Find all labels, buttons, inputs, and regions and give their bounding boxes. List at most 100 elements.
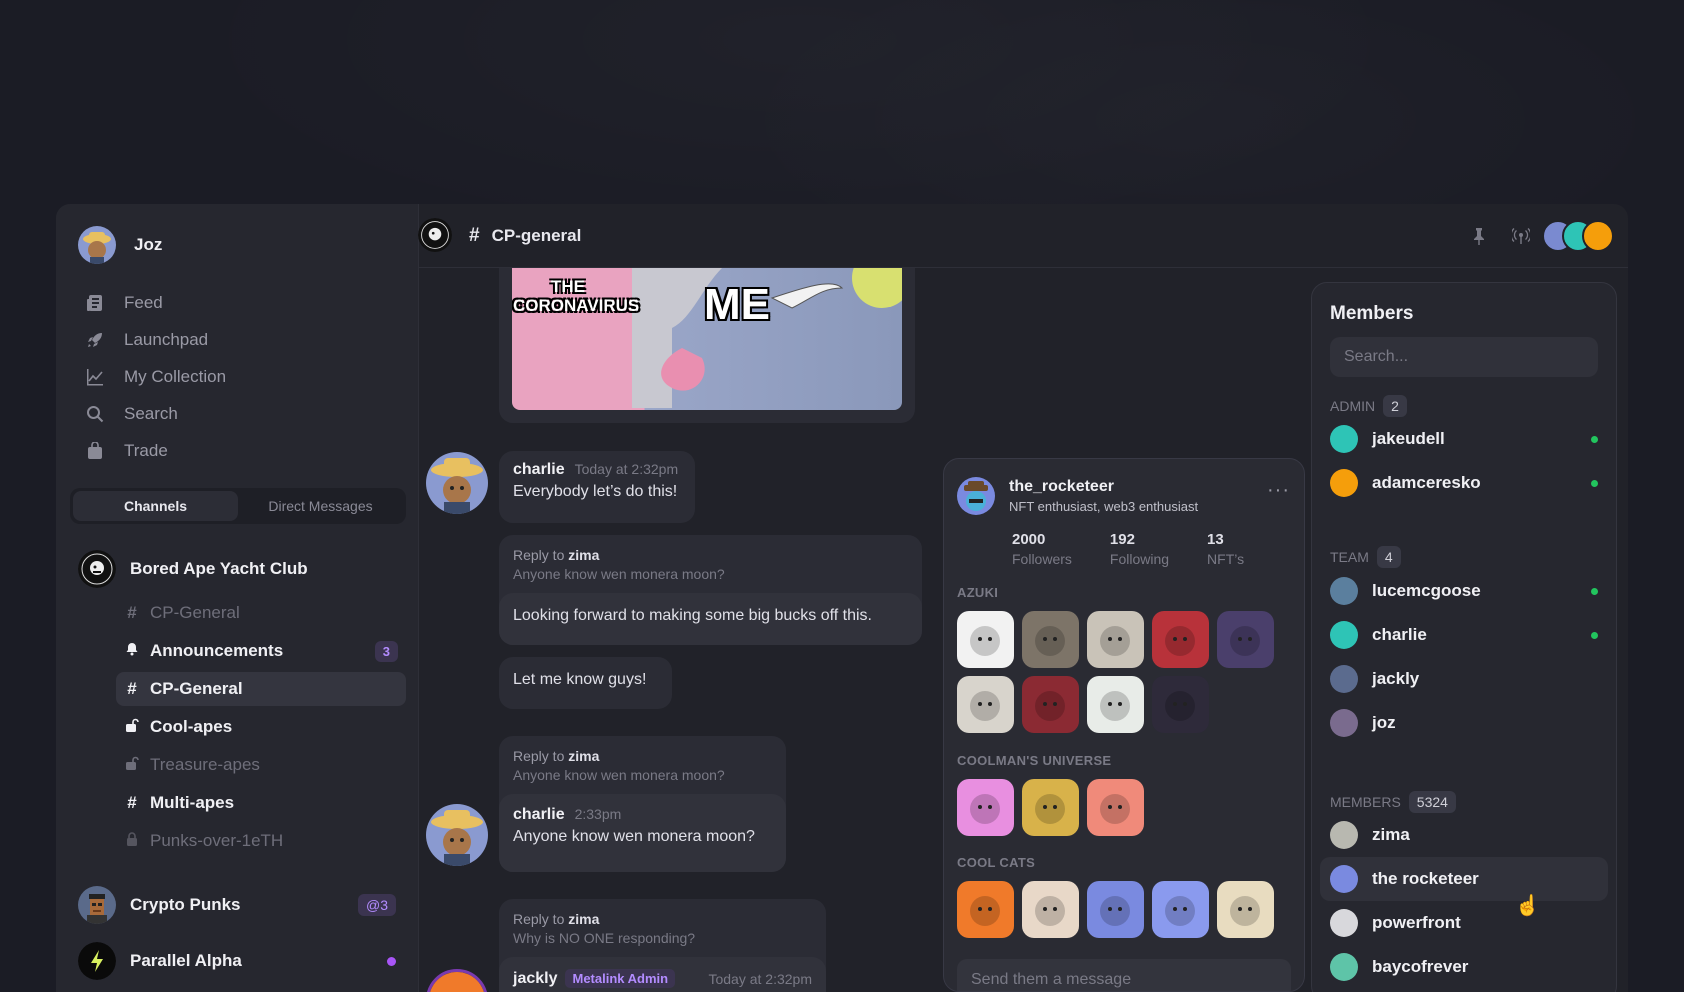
stat-followers[interactable]: 2000 Followers	[1012, 531, 1072, 567]
channel-announcements[interactable]: Announcements 3	[116, 634, 406, 668]
member-row[interactable]: baycofrever	[1320, 945, 1608, 989]
nav-item-search[interactable]: Search	[86, 395, 406, 432]
nft-thumbnail[interactable]	[1022, 779, 1079, 836]
nav-label: Search	[124, 403, 178, 423]
nft-thumbnail[interactable]	[957, 611, 1014, 668]
channel-treasure-apes[interactable]: Treasure-apes	[116, 748, 406, 782]
member-row[interactable]: joz	[1320, 701, 1608, 745]
profile-message-input[interactable]: Send them a message	[957, 959, 1291, 991]
member-name: the rocketeer	[1372, 869, 1479, 888]
nft-thumbnail[interactable]	[1022, 676, 1079, 733]
reply-label[interactable]: Reply to zima	[513, 911, 812, 927]
tab-direct-messages[interactable]: Direct Messages	[238, 491, 403, 521]
member-row[interactable]: jackly	[1320, 657, 1608, 701]
nft-thumbnail[interactable]	[1087, 676, 1144, 733]
members-search-input[interactable]: Search...	[1330, 337, 1598, 377]
bag-icon	[88, 441, 102, 459]
channel-punks-over-1eth[interactable]: Punks-over-1eTH	[116, 824, 406, 858]
stat-nfts[interactable]: 13 NFT’s	[1207, 531, 1244, 567]
group-label: ADMIN	[1330, 398, 1376, 414]
reply-label[interactable]: Reply to zima	[513, 748, 772, 764]
channel-cool-apes[interactable]: Cool-apes	[116, 710, 406, 744]
nft-thumbnail[interactable]	[957, 779, 1014, 836]
header-channel-name: CP-general	[491, 225, 582, 245]
message-time: Today at 2:32pm	[574, 461, 679, 477]
unlock-icon	[124, 755, 140, 775]
nft-thumbnail[interactable]	[1087, 881, 1144, 938]
member-row[interactable]: adamceresko	[1320, 461, 1608, 505]
avatar	[1330, 425, 1358, 453]
hand-cursor-icon: ☝	[1515, 895, 1540, 917]
unlock-icon	[124, 717, 140, 737]
nft-thumbnail[interactable]	[1087, 611, 1144, 668]
nft-grid-coolman	[957, 779, 1287, 836]
member-name: joz	[1372, 713, 1396, 732]
broadcast-icon[interactable]	[1512, 227, 1530, 245]
server-crypto-punks[interactable]: Crypto Punks @3	[78, 886, 396, 924]
message-time: Today at 2:32pm	[708, 970, 812, 987]
channel-header: # CP-general	[418, 204, 1628, 268]
members-panel: Members Search... ADMIN 2 jakeudell adamce…	[1311, 282, 1617, 992]
message-author[interactable]: charlie	[513, 806, 565, 823]
member-row[interactable]: lucemcgoose	[1320, 569, 1608, 613]
channel-multi-apes[interactable]: # Multi-apes	[116, 786, 406, 820]
collection-label-coolman: COOLMAN'S UNIVERSE	[957, 753, 1112, 768]
nft-thumbnail[interactable]	[1022, 881, 1079, 938]
online-status-dot	[1591, 479, 1598, 487]
nft-thumbnail[interactable]	[1087, 779, 1144, 836]
message-body: Looking forward to making some big bucks…	[499, 593, 922, 645]
nft-thumbnail[interactable]	[1152, 881, 1209, 938]
jackly-avatar[interactable]	[426, 969, 488, 992]
more-options-icon[interactable]: ···	[1267, 479, 1290, 502]
header-channel: # CP-general	[469, 225, 581, 247]
charlie-avatar[interactable]	[426, 804, 488, 866]
meme-image[interactable]: THE CORONAVIRUS ME	[512, 268, 902, 410]
online-status-dot	[1591, 587, 1598, 595]
mention-badge: @3	[358, 894, 396, 916]
channel-cp-general[interactable]: # CP-General	[116, 596, 406, 630]
nav-item-my-collection[interactable]: My Collection	[86, 358, 406, 395]
participants-avatar-stack[interactable]	[1542, 220, 1614, 252]
server-parallel-alpha[interactable]: Parallel Alpha	[78, 942, 396, 980]
nav-item-trade[interactable]: Trade	[86, 432, 406, 469]
collection-label-coolcats: COOL CATS	[957, 855, 1036, 870]
channel-label: CP-General	[150, 603, 240, 622]
message-author[interactable]: charlie	[513, 461, 565, 478]
members-title: Members	[1330, 303, 1414, 324]
current-user[interactable]: Joz	[78, 226, 162, 264]
server-bored-ape-yacht-club[interactable]: Bored Ape Yacht Club	[78, 550, 396, 588]
nav-item-feed[interactable]: Feed	[86, 284, 406, 321]
charlie-avatar[interactable]	[426, 452, 488, 514]
member-row[interactable]: jakeudell	[1320, 417, 1608, 461]
nft-grid-azuki	[957, 611, 1287, 733]
member-name: jackly	[1372, 669, 1420, 688]
nav-item-launchpad[interactable]: Launchpad	[86, 321, 406, 358]
nft-thumbnail[interactable]	[1152, 611, 1209, 668]
reply-message-bubble: Reply to zima Why is NO ONE responding? …	[499, 899, 826, 992]
member-row[interactable]: zima	[1320, 813, 1608, 857]
parallel-logo-icon	[78, 942, 116, 980]
nft-thumbnail[interactable]	[1217, 881, 1274, 938]
message-author[interactable]: jackly	[513, 970, 557, 988]
message-body: charlie 2:33pm Anyone know wen monera moo…	[499, 794, 786, 872]
nft-thumbnail[interactable]	[1022, 611, 1079, 668]
reply-label[interactable]: Reply to zima	[513, 547, 908, 563]
message-bubble: charlie Today at 2:32pm Everybody let’s d…	[499, 451, 695, 523]
nft-thumbnail[interactable]	[1152, 676, 1209, 733]
nft-thumbnail[interactable]	[957, 676, 1014, 733]
nft-thumbnail[interactable]	[957, 881, 1014, 938]
pin-icon[interactable]	[1470, 227, 1488, 245]
avatar	[1330, 709, 1358, 737]
nft-thumbnail[interactable]	[1217, 611, 1274, 668]
reply-target: zima	[568, 547, 600, 563]
profile-bio: NFT enthusiast, web3 enthusiast	[1009, 499, 1199, 514]
member-row[interactable]: powerfront	[1320, 901, 1608, 945]
message-text: Anyone know wen monera moon?	[513, 828, 755, 845]
tab-channels[interactable]: Channels	[73, 491, 238, 521]
channel-cp-general-selected[interactable]: # CP-General	[116, 672, 406, 706]
member-row[interactable]: the rocketeer	[1320, 857, 1608, 901]
stat-value: 192	[1109, 531, 1135, 548]
stat-following[interactable]: 192 Following	[1110, 531, 1169, 567]
reply-prefix: Reply to	[513, 748, 565, 764]
member-row[interactable]: charlie	[1320, 613, 1608, 657]
